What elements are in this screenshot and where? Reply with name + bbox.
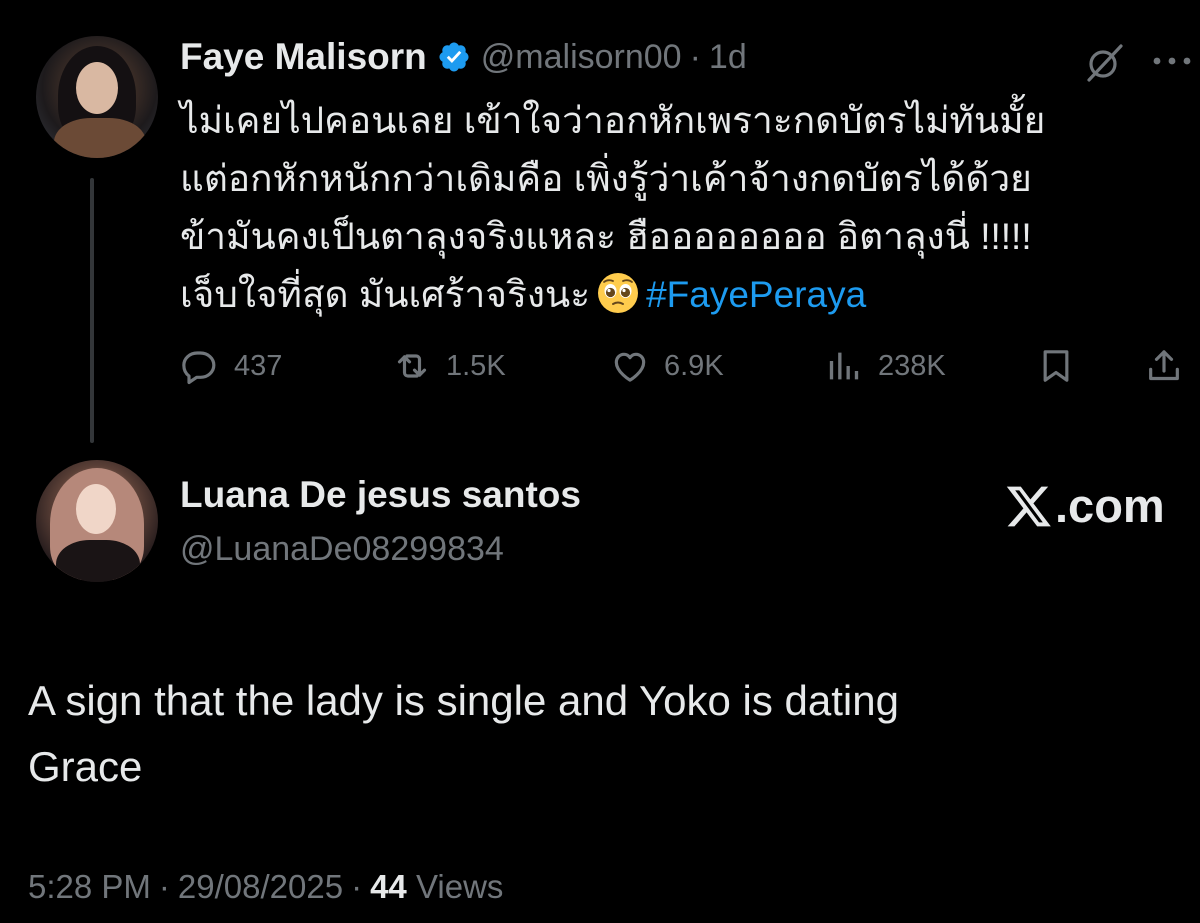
- separator-dot: ·: [351, 868, 363, 905]
- post-time[interactable]: 5:28 PM: [28, 868, 151, 905]
- bookmark-button[interactable]: [1036, 338, 1090, 394]
- avatar-face: [76, 484, 116, 534]
- like-button[interactable]: 6.9K: [610, 338, 724, 394]
- tweet-meta: 5:28 PM · 29/08/2025 · 44 Views: [28, 868, 503, 906]
- more-icon[interactable]: [1150, 54, 1194, 68]
- share-icon: [1149, 350, 1179, 381]
- pleading-face-emoji-icon: [598, 273, 639, 313]
- repost-icon: [397, 354, 427, 378]
- like-count: 6.9K: [664, 349, 724, 382]
- reply-count: 437: [234, 349, 283, 382]
- avatar-body: [54, 118, 146, 158]
- tweet-text-line: แต่อกหักหนักกว่าเดิมคือ เพิ่งรู้ว่าเค้าจ…: [180, 158, 1032, 199]
- x-com-text: .com: [1055, 479, 1165, 532]
- reply-author-name[interactable]: Luana De jesus santos: [180, 474, 581, 516]
- reply-button[interactable]: 437: [180, 338, 282, 394]
- heart-icon: [614, 352, 646, 382]
- tweet-text-fragment: เจ็บใจที่สุด มันเศร้าจริงนะ: [180, 274, 591, 315]
- separator-dot: ·: [689, 37, 701, 76]
- reply-author-handle[interactable]: @LuanaDe08299834: [180, 530, 504, 569]
- tweet-text-line: ไม่เคยไปคอนเลย เข้าใจว่าอกหักเพราะกดบัตร…: [180, 100, 1046, 141]
- avatar[interactable]: [36, 460, 158, 582]
- separator-dot: ·: [158, 868, 170, 905]
- thread-line: [90, 178, 94, 443]
- repost-button[interactable]: 1.5K: [392, 338, 506, 394]
- reply-icon: [182, 351, 216, 385]
- author-name[interactable]: Faye Malisorn: [180, 36, 427, 78]
- avatar-face: [76, 62, 118, 114]
- avatar-body: [56, 540, 140, 582]
- hashtag-link[interactable]: #FayePeraya: [646, 274, 866, 315]
- author-handle[interactable]: @malisorn00: [481, 38, 682, 77]
- tweet-text-line-last: เจ็บใจที่สุด มันเศร้าจริงนะ #FayePeraya: [180, 266, 1180, 324]
- reply-views-count: 44: [370, 868, 407, 905]
- x-com-watermark: .com: [1005, 478, 1165, 533]
- bookmark-icon: [1043, 350, 1069, 382]
- share-button[interactable]: [1144, 338, 1198, 394]
- views-count: 238K: [878, 349, 946, 382]
- tweet-actions: 437 1.5K 6.9K 238K: [180, 338, 1190, 394]
- tweet-time[interactable]: 1d: [709, 38, 747, 77]
- grok-icon[interactable]: [1083, 40, 1127, 84]
- tweet-text-line: ข้ามันคงเป็นตาลุงจริงแหละ ฮืออออออออ อิต…: [180, 216, 1032, 257]
- post-date[interactable]: 29/08/2025: [178, 868, 343, 905]
- tweet-header: Faye Malisorn @malisorn00 · 1d: [180, 32, 747, 82]
- analytics-icon: [829, 352, 859, 380]
- x-logo-icon: [1006, 486, 1051, 526]
- verified-badge-icon: [439, 42, 469, 72]
- reply-text-line: Grace: [28, 743, 143, 790]
- avatar[interactable]: [36, 36, 158, 158]
- reply-text: A sign that the lady is single and Yoko …: [28, 668, 1178, 800]
- tweet-text: ไม่เคยไปคอนเลย เข้าใจว่าอกหักเพราะกดบัตร…: [180, 92, 1180, 324]
- views-button[interactable]: 238K: [824, 338, 946, 394]
- repost-count: 1.5K: [446, 349, 506, 382]
- views-label: Views: [415, 868, 504, 905]
- reply-text-line: A sign that the lady is single and Yoko …: [28, 677, 899, 724]
